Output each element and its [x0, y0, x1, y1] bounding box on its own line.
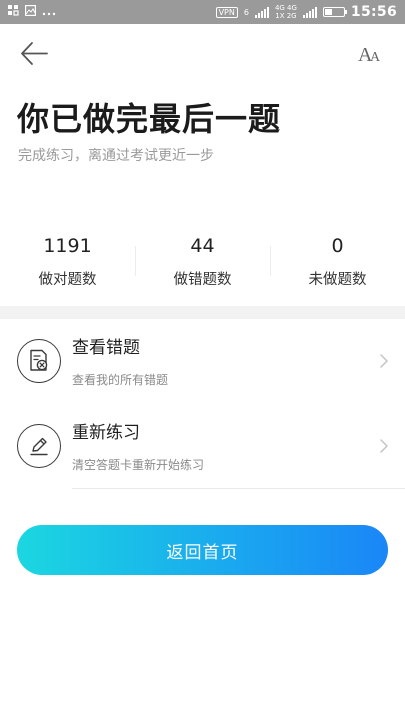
status-bar: VPN 6 4G 4G 1X 2G 15:56	[0, 0, 405, 24]
status-bar-left	[8, 5, 56, 19]
chevron-right-icon	[380, 439, 388, 453]
network-type: 4G 4G 1X 2G	[275, 4, 297, 20]
stat-wrong-label: 做错题数	[173, 272, 232, 288]
stat-undone-value: 0	[331, 235, 344, 257]
restart-practice-item[interactable]: 重新练习 清空答题卡重新开始练习	[0, 404, 405, 489]
restart-practice-desc: 清空答题卡重新开始练习	[72, 458, 205, 472]
image-icon	[25, 5, 37, 19]
sim-label: 6	[243, 7, 249, 17]
font-size-icon: A A	[358, 44, 381, 66]
review-wrong-desc: 查看我的所有错题	[72, 373, 169, 387]
stat-correct-value: 1191	[43, 235, 92, 257]
chevron-right-icon	[380, 354, 388, 368]
font-size-button[interactable]: A A	[353, 38, 387, 68]
action-list: 查看错题 查看我的所有错题 重新练习 清空答题卡重新开始练习	[0, 319, 405, 489]
stats-row: 1191 做对题数 44 做错题数 0 未做题数	[0, 232, 405, 296]
list-divider	[72, 488, 405, 489]
stat-correct-label: 做对题数	[38, 272, 97, 288]
stat-correct: 1191 做对题数	[0, 232, 135, 296]
wrong-list-icon	[17, 339, 61, 383]
nav-bar: A A	[0, 24, 405, 84]
back-button[interactable]	[18, 40, 50, 68]
arrow-left-icon	[21, 42, 48, 65]
grid-icon	[8, 5, 19, 19]
status-bar-right: VPN 6 4G 4G 1X 2G 15:56	[215, 4, 397, 20]
signal-icon	[254, 6, 269, 18]
return-home-button[interactable]: 返回首页	[17, 525, 388, 575]
section-divider	[0, 306, 405, 319]
review-wrong-title: 查看错题	[72, 338, 140, 358]
page-title: 你已做完最后一题	[17, 100, 282, 138]
stat-undone-label: 未做题数	[308, 272, 367, 288]
network-type-top: 4G 4G	[274, 4, 297, 12]
vpn-badge: VPN	[215, 6, 238, 18]
status-time: 15:56	[350, 4, 397, 20]
page-subtitle: 完成练习，离通过考试更近一步	[18, 148, 214, 164]
pencil-icon	[17, 424, 61, 468]
review-wrong-item[interactable]: 查看错题 查看我的所有错题	[0, 319, 405, 404]
restart-practice-title: 重新练习	[72, 423, 140, 443]
network-type-bottom: 1X 2G	[275, 12, 297, 20]
stat-undone: 0 未做题数	[270, 232, 405, 296]
stat-wrong: 44 做错题数	[135, 232, 270, 296]
more-dots-icon	[42, 6, 56, 19]
battery-icon	[322, 7, 347, 17]
stat-wrong-value: 44	[190, 235, 215, 257]
svg-text:A: A	[370, 50, 381, 65]
signal-icon-2	[302, 6, 317, 18]
